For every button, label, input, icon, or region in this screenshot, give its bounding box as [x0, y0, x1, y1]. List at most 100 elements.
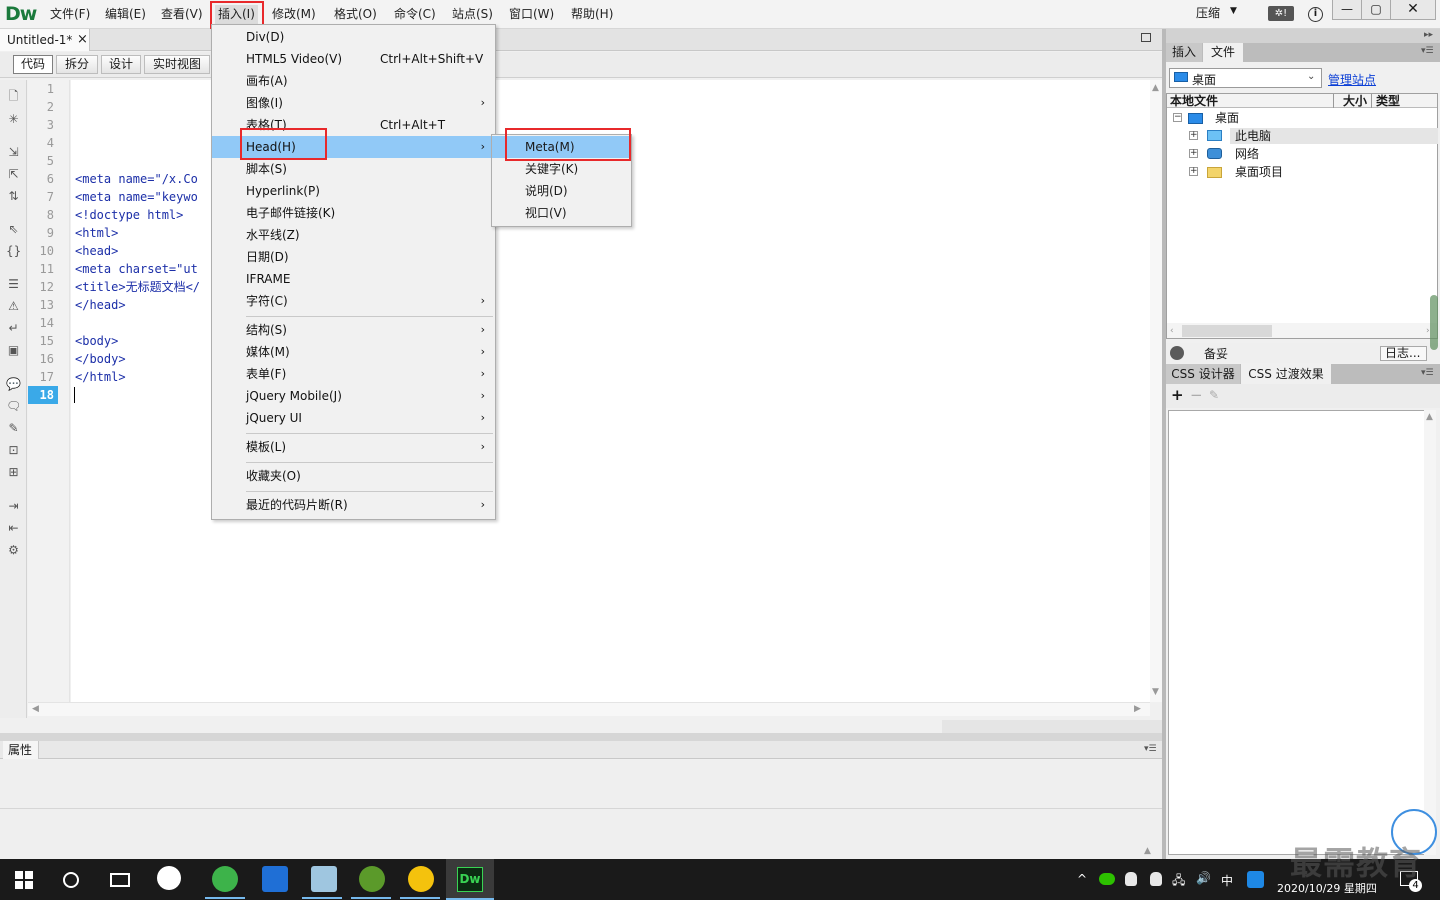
- expand-node-icon[interactable]: +: [1189, 149, 1198, 158]
- insert-menu-item[interactable]: 日期(D): [212, 246, 495, 268]
- open-documents-icon[interactable]: 🗋: [6, 90, 21, 103]
- code-line[interactable]: <meta charset="ut: [75, 260, 198, 278]
- submenu-item-keywords[interactable]: 关键字(K): [492, 158, 631, 180]
- code-line[interactable]: </body>: [75, 350, 126, 368]
- close-icon[interactable]: ×: [77, 32, 88, 47]
- line-numbers-icon[interactable]: ☰: [6, 278, 21, 291]
- line-number[interactable]: 1: [28, 80, 54, 98]
- insert-menu-item[interactable]: IFRAME: [212, 268, 495, 290]
- design-view-button[interactable]: 设计: [101, 55, 141, 74]
- line-number[interactable]: 9: [28, 224, 54, 242]
- insert-menu-item[interactable]: 表单(F) ›: [212, 363, 495, 385]
- sparkle-icon[interactable]: ✳: [6, 113, 21, 126]
- app-browser-icon[interactable]: [212, 866, 238, 892]
- ime-indicator[interactable]: 中: [1221, 872, 1233, 889]
- close-button[interactable]: ✕: [1390, 0, 1436, 20]
- insert-menu-item[interactable]: jQuery UI ›: [212, 407, 495, 429]
- move-css-icon[interactable]: ⊞: [6, 466, 21, 479]
- app-plus-icon[interactable]: [408, 866, 434, 892]
- insert-menu-item[interactable]: Div(D): [212, 26, 495, 48]
- panel-options-icon[interactable]: ▾☰: [1421, 368, 1434, 378]
- info-icon[interactable]: i: [1308, 7, 1323, 22]
- qq-icon-2[interactable]: [1150, 872, 1162, 886]
- scroll-up-icon[interactable]: ▲: [1426, 412, 1433, 422]
- scroll-right-icon[interactable]: ▶: [1134, 704, 1141, 714]
- line-number[interactable]: 16: [28, 350, 54, 368]
- app-notebook-icon[interactable]: [311, 866, 337, 892]
- column-local-files[interactable]: 本地文件: [1170, 94, 1218, 108]
- menu-site[interactable]: 站点(S): [449, 5, 496, 24]
- column-divider[interactable]: [1333, 94, 1334, 108]
- column-type[interactable]: 类型: [1376, 94, 1400, 108]
- live-view-button[interactable]: 实时视图: [144, 55, 210, 74]
- search-icon[interactable]: [63, 872, 79, 888]
- panel-divider[interactable]: [0, 733, 1162, 741]
- remove-transition-button[interactable]: −: [1190, 386, 1203, 404]
- menu-view[interactable]: 查看(V): [158, 5, 206, 24]
- highlight-invalid-code-icon[interactable]: ⚠: [6, 300, 21, 313]
- code-line[interactable]: </html>: [75, 368, 126, 386]
- wechat-icon[interactable]: [1099, 873, 1115, 885]
- network-status-icon[interactable]: 🖧: [1172, 871, 1185, 892]
- line-number[interactable]: 17: [28, 368, 54, 386]
- format-source-icon[interactable]: ⚙: [6, 544, 21, 557]
- tab-css-transitions[interactable]: CSS 过渡效果: [1241, 364, 1331, 384]
- expand-node-icon[interactable]: +: [1189, 131, 1198, 140]
- line-number[interactable]: 5: [28, 152, 54, 170]
- file-tree-scroll-thumb[interactable]: [1182, 325, 1272, 337]
- code-line[interactable]: </head>: [75, 296, 126, 314]
- expand-all-icon[interactable]: ⇅: [6, 190, 21, 203]
- line-number[interactable]: 4: [28, 134, 54, 152]
- editor-vertical-scrollbar[interactable]: [1150, 80, 1162, 702]
- tree-item-desktop-projects[interactable]: 桌面项目: [1235, 164, 1283, 180]
- column-size[interactable]: 大小: [1343, 94, 1367, 108]
- insert-menu-item[interactable]: 水平线(Z): [212, 224, 495, 246]
- windows-start-icon[interactable]: [15, 871, 33, 889]
- insert-menu-item[interactable]: HTML5 Video(V) Ctrl+Alt+Shift+V: [212, 48, 495, 70]
- manage-sites-link[interactable]: 管理站点: [1328, 71, 1376, 88]
- css-transitions-list[interactable]: [1168, 410, 1436, 855]
- line-number[interactable]: 15: [28, 332, 54, 350]
- chevron-up-icon[interactable]: ^: [1077, 872, 1087, 886]
- document-tab-title[interactable]: Untitled-1*: [7, 33, 72, 47]
- scroll-down-icon[interactable]: ▼: [1152, 687, 1159, 697]
- word-wrap-icon[interactable]: ↵: [6, 322, 21, 335]
- panel-options-icon[interactable]: ▾☰: [1144, 744, 1157, 754]
- task-view-icon[interactable]: [110, 873, 130, 887]
- horizontal-scroll-thumb[interactable]: [942, 720, 1162, 733]
- panel-options-icon[interactable]: ▾☰: [1421, 46, 1434, 56]
- line-number[interactable]: 13: [28, 296, 54, 314]
- insert-menu-item[interactable]: 脚本(S): [212, 158, 495, 180]
- line-number[interactable]: 8: [28, 206, 54, 224]
- insert-menu-item[interactable]: 收藏夹(O): [212, 465, 495, 487]
- properties-tab[interactable]: 属性: [3, 741, 39, 759]
- code-line[interactable]: <!doctype html>: [75, 206, 183, 224]
- maximize-button[interactable]: ▢: [1361, 0, 1391, 20]
- scroll-left-icon[interactable]: ◀: [32, 704, 39, 714]
- add-transition-button[interactable]: +: [1171, 386, 1184, 404]
- site-select-value[interactable]: 桌面: [1192, 71, 1216, 88]
- app-pinwheel-icon[interactable]: [157, 866, 181, 890]
- editor-horizontal-scrollbar[interactable]: [28, 702, 1150, 716]
- code-view-button[interactable]: 代码: [13, 55, 53, 74]
- insert-menu-item[interactable]: 最近的代码片断(R) ›: [212, 494, 495, 516]
- line-number[interactable]: 11: [28, 260, 54, 278]
- apply-comment-icon[interactable]: 💬: [6, 378, 21, 391]
- gear-icon[interactable]: ✲!: [1268, 6, 1294, 21]
- code-line[interactable]: <title>无标题文档</: [75, 278, 200, 296]
- split-view-button[interactable]: 拆分: [56, 55, 98, 74]
- expand-node-icon[interactable]: +: [1189, 167, 1198, 176]
- outdent-code-icon[interactable]: ⇤: [6, 522, 21, 535]
- collapse-selection-icon[interactable]: ⇱: [6, 168, 21, 181]
- qq-icon[interactable]: [1125, 872, 1137, 886]
- insert-menu-item[interactable]: 电子邮件链接(K): [212, 202, 495, 224]
- menu-file[interactable]: 文件(F): [47, 5, 93, 24]
- scroll-left-icon[interactable]: ‹: [1170, 326, 1174, 336]
- line-number[interactable]: 3: [28, 116, 54, 134]
- insert-menu-item[interactable]: 图像(I) ›: [212, 92, 495, 114]
- tree-item-this-pc[interactable]: 此电脑: [1235, 128, 1271, 144]
- expand-up-icon[interactable]: ▲: [1144, 846, 1151, 856]
- insert-menu-item[interactable]: 模板(L) ›: [212, 436, 495, 458]
- app-wps-icon[interactable]: [262, 866, 288, 892]
- insert-menu-item[interactable]: 结构(S) ›: [212, 319, 495, 341]
